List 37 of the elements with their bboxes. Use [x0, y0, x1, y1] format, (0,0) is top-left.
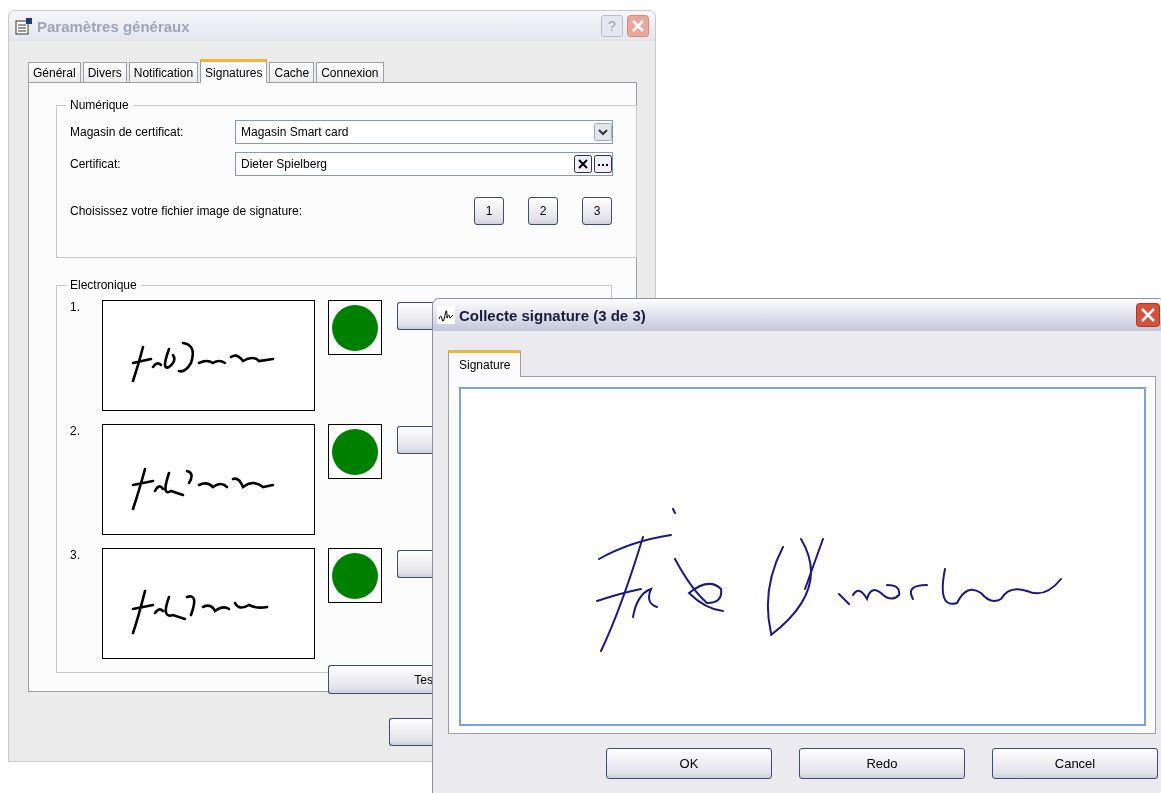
image-number-button[interactable]: 2 [528, 197, 558, 225]
tab[interactable]: Signatures [200, 59, 268, 83]
field-label: Magasin de certificat: [70, 125, 185, 139]
certificate-field[interactable]: Dieter Spielberg [235, 152, 613, 176]
tab[interactable]: Notification [128, 62, 199, 82]
tab[interactable]: Général [28, 62, 81, 82]
close-icon[interactable] [627, 15, 649, 37]
dialog-button[interactable]: Redo [799, 748, 965, 779]
row-number: 3. [70, 548, 80, 562]
tab[interactable]: Cache [269, 62, 315, 82]
tab[interactable]: Divers [82, 62, 127, 82]
row-number: 1. [70, 300, 80, 314]
close-icon[interactable] [1136, 303, 1160, 327]
window-title: Paramètres généraux [37, 17, 191, 35]
image-prompt-text: Choisissez votre fichier image de signature: [70, 204, 304, 218]
signature-button[interactable] [397, 426, 433, 454]
window-title: Collecte signature (3 de 3) [459, 306, 647, 324]
signature-button[interactable] [397, 302, 433, 330]
dialog-button[interactable]: OK [606, 748, 772, 779]
row-number: 2. [70, 424, 80, 438]
signature-pad[interactable] [459, 387, 1146, 726]
image-number-button[interactable]: 3 [582, 197, 612, 225]
signature-button[interactable] [397, 550, 433, 578]
tab[interactable]: Signature [448, 350, 522, 377]
browse-icon[interactable] [594, 155, 612, 173]
properties-icon [15, 17, 33, 35]
certificate-store-dropdown[interactable]: Magasin Smart card [235, 120, 613, 144]
signature-icon [437, 306, 455, 324]
group-title: Electronique [69, 278, 138, 292]
test-button[interactable]: Tes [328, 665, 433, 694]
group-title: Numérique [69, 98, 130, 112]
dialog-button[interactable]: Cancel [992, 748, 1158, 779]
field-label: Certificat: [70, 157, 122, 171]
image-number-button[interactable]: 1 [474, 197, 504, 225]
dialog-button[interactable] [389, 718, 432, 746]
clear-icon[interactable] [574, 155, 592, 173]
tab[interactable]: Connexion [316, 62, 384, 82]
